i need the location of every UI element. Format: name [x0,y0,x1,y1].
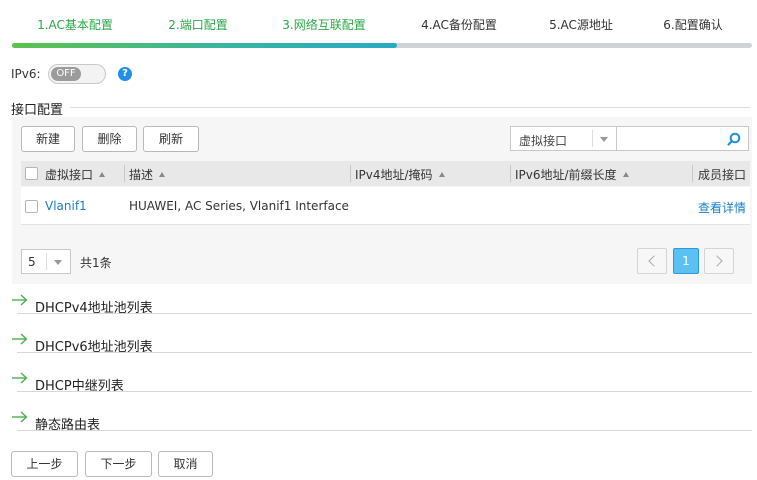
section-dhcp-relay[interactable]: DHCP中继列表 [11,368,752,398]
table-header: 虚拟接口 描述 IPv4地址/掩码 IPv6地址/前缀长度 成员接口 [21,161,750,186]
sort-asc-icon [99,172,106,177]
column-header-virtual-interface[interactable]: 虚拟接口 [45,166,106,183]
interface-config-title: 接口配置 [11,103,64,118]
prev-step-button[interactable]: 上一步 [11,451,78,477]
column-separator [124,165,125,182]
select-all-checkbox[interactable] [25,167,38,180]
ipv6-label: IPv6: [11,67,41,81]
ipv6-toggle[interactable]: OFF [48,64,106,84]
column-header-member[interactable]: 成员接口 [698,166,746,183]
section-divider [17,430,752,431]
page-number-current[interactable]: 1 [673,248,699,274]
sort-asc-icon [159,172,166,177]
select-divider [46,253,47,270]
caret-down-icon [54,260,62,265]
filter-select[interactable]: 虚拟接口 [510,126,617,151]
step-network-config[interactable]: 3.网络互联配置 [259,16,389,33]
chevron-right-icon [711,255,723,267]
section-static-route[interactable]: 静态路由表 [11,407,752,437]
filter-select-value: 虚拟接口 [519,134,568,148]
step-ac-basic[interactable]: 1.AC基本配置 [10,16,140,33]
column-header-description[interactable]: 描述 [129,166,166,183]
ipv6-toggle-knob: OFF [51,67,81,81]
column-separator [350,165,351,182]
wizard-steps: 1.AC基本配置 2.端口配置 3.网络互联配置 4.AC备份配置 5.AC源地… [0,0,757,50]
section-divider [70,107,750,108]
arrow-right-icon [12,333,28,345]
chevron-left-icon [648,255,660,267]
delete-button[interactable]: 删除 [82,126,137,152]
arrow-right-icon [12,411,28,423]
sort-asc-icon [622,172,629,177]
next-page-button[interactable] [704,248,734,274]
table-row: Vlanif1 HUAWEI, AC Series, Vlanif1 Inter… [21,187,750,225]
arrow-right-icon [12,294,28,306]
step-ac-backup[interactable]: 4.AC备份配置 [394,16,524,33]
arrow-right-icon [12,372,28,384]
prev-page-button[interactable] [637,248,667,274]
caret-down-icon [600,137,608,142]
row-description: HUAWEI, AC Series, Vlanif1 Interface [129,199,349,213]
next-step-button[interactable]: 下一步 [85,451,152,477]
step-port-config[interactable]: 2.端口配置 [133,16,263,33]
page-size-select[interactable]: 5 [21,249,71,274]
wizard-progress-fill [12,43,397,48]
section-divider [17,391,752,392]
step-confirm[interactable]: 6.配置确认 [628,16,757,33]
refresh-button[interactable]: 刷新 [143,126,199,152]
search-icon[interactable] [726,131,742,147]
select-divider [592,130,593,147]
column-header-ipv6[interactable]: IPv6地址/前缀长度 [515,166,629,183]
column-header-ipv4[interactable]: IPv4地址/掩码 [355,166,445,183]
sort-asc-icon [438,172,445,177]
new-button[interactable]: 新建 [21,126,75,152]
section-divider [17,352,752,353]
column-separator [510,165,511,182]
view-details-link[interactable]: 查看详情 [698,199,746,216]
column-separator [692,165,693,182]
wizard-progress [12,43,752,48]
section-divider [17,313,752,314]
section-dhcpv4-pool[interactable]: DHCPv4地址池列表 [11,290,752,320]
row-checkbox[interactable] [25,200,38,213]
cancel-button[interactable]: 取消 [158,451,213,477]
step-ac-source[interactable]: 5.AC源地址 [516,16,646,33]
help-icon[interactable]: ? [118,67,132,81]
page-size-value: 5 [28,255,36,269]
row-interface-link[interactable]: Vlanif1 [45,199,87,213]
section-dhcpv6-pool[interactable]: DHCPv6地址池列表 [11,329,752,359]
total-count: 共1条 [80,256,112,270]
